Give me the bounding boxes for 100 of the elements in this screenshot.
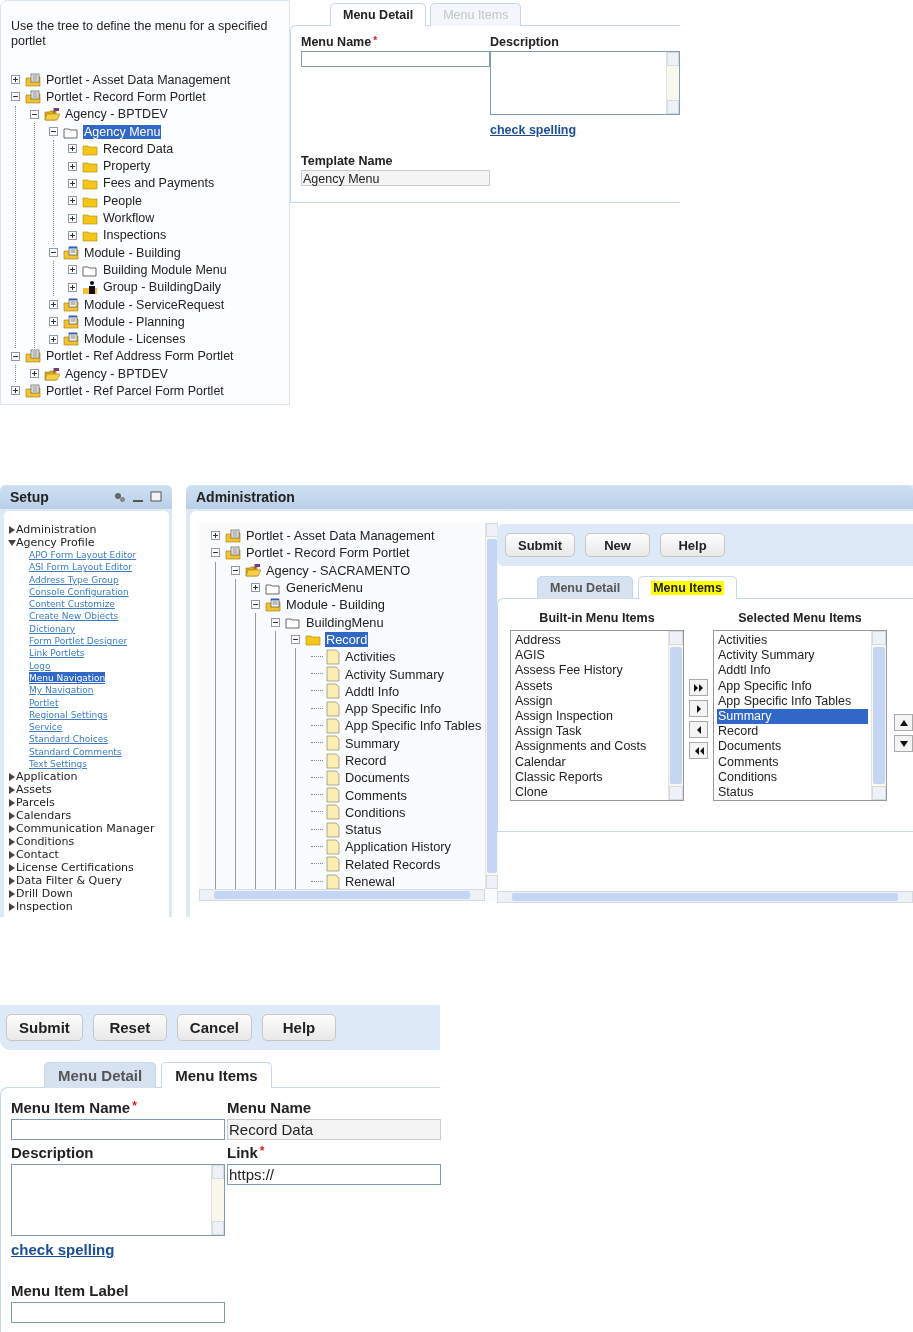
tree-node-label[interactable]: BuildingMenu: [305, 614, 385, 630]
toolbar-button[interactable]: Help: [262, 1014, 337, 1041]
setup-link[interactable]: APO Form Layout Editor: [29, 549, 137, 562]
category-item[interactable]: Parcels: [16, 796, 55, 810]
plus-box-icon[interactable]: [11, 75, 20, 85]
minus-box-icon[interactable]: [271, 617, 280, 627]
setup-link[interactable]: Link Portlets: [29, 647, 85, 660]
setup-link[interactable]: My Navigation: [29, 684, 94, 697]
tree-node-label[interactable]: Module - Building: [285, 597, 386, 613]
setup-link[interactable]: Portlet: [29, 696, 59, 709]
setup-link[interactable]: ASI Form Layout Editor: [29, 561, 132, 574]
add-all-button[interactable]: [689, 679, 708, 696]
tree-node-label[interactable]: Module - ServiceRequest: [83, 297, 226, 312]
setup-link[interactable]: Logo: [29, 659, 51, 672]
tree-node-label[interactable]: Portlet - Record Form Portlet: [45, 89, 207, 104]
tree-node-label[interactable]: GenericMenu: [285, 580, 364, 596]
minus-box-icon[interactable]: [291, 634, 300, 644]
category-item[interactable]: Agency Profile: [16, 536, 95, 549]
vertical-scrollbar[interactable]: [211, 1165, 224, 1235]
list-item[interactable]: AGIS: [514, 648, 665, 664]
menu-items-listbox[interactable]: Activities Activity Summary Addtl Info App Specific Info App Specific Info Tables Summary Record Documents Comments Conditions Status: [713, 630, 887, 801]
menu-name-field[interactable]: Record Data: [227, 1119, 441, 1140]
setup-link[interactable]: Console Configuration: [29, 585, 129, 599]
setup-link[interactable]: Text Settings: [29, 758, 87, 771]
category-item[interactable]: Administration: [16, 523, 97, 536]
toolbar-button[interactable]: Help: [660, 533, 726, 557]
tab[interactable]: Menu Items: [161, 1062, 272, 1088]
tree-node-label[interactable]: Record Data: [102, 141, 175, 156]
tree-node-label[interactable]: App Specific Info Tables: [344, 718, 483, 734]
list-item[interactable]: Summary: [717, 708, 868, 725]
horizontal-scrollbar[interactable]: [199, 889, 485, 901]
add-button[interactable]: [689, 700, 708, 717]
tree-node-label[interactable]: Portlet - Record Form Portlet: [245, 545, 411, 561]
category-item[interactable]: Inspection: [16, 900, 73, 914]
triangle-right-icon[interactable]: [8, 772, 16, 781]
tree-node-label[interactable]: People: [102, 193, 143, 208]
setup-link[interactable]: Address Type Group: [29, 573, 119, 586]
description-field[interactable]: [490, 51, 680, 115]
category-item[interactable]: Communication Manager: [16, 822, 155, 836]
triangle-right-icon[interactable]: [8, 525, 16, 534]
setup-link[interactable]: Standard Comments: [29, 745, 122, 759]
minus-box-icon[interactable]: [231, 565, 240, 575]
description-field[interactable]: [11, 1164, 225, 1236]
plus-box-icon[interactable]: [49, 317, 58, 327]
tree-node-label[interactable]: Group - BuildingDaily: [102, 280, 223, 295]
tree-node-label[interactable]: Module - Building: [83, 245, 182, 260]
vertical-scrollbar[interactable]: [668, 631, 683, 800]
remove-all-button[interactable]: [689, 742, 708, 759]
category-item[interactable]: Data Filter & Query: [16, 874, 122, 888]
triangle-right-icon[interactable]: [8, 824, 16, 833]
check-spelling-link[interactable]: check spelling: [490, 123, 577, 137]
minus-box-icon[interactable]: [251, 600, 260, 610]
tree-node-label[interactable]: Documents: [344, 770, 411, 786]
vertical-scrollbar[interactable]: [666, 52, 679, 114]
toolbar-button[interactable]: Cancel: [176, 1014, 253, 1041]
setup-link[interactable]: Regional Settings: [29, 708, 108, 722]
gears-icon[interactable]: [114, 491, 126, 503]
minus-box-icon[interactable]: [49, 248, 58, 258]
list-item[interactable]: Clone: [514, 784, 665, 800]
list-item[interactable]: Address: [514, 633, 665, 649]
list-item[interactable]: Classic Reports: [514, 769, 665, 785]
plus-box-icon[interactable]: [68, 282, 77, 292]
tree-node-label[interactable]: Module - Planning: [83, 314, 186, 329]
setup-link[interactable]: Menu Navigation: [29, 671, 106, 685]
tree-node-label[interactable]: Fees and Payments: [102, 176, 216, 191]
tree-node-label[interactable]: Record: [344, 753, 388, 768]
tab[interactable]: Menu Detail: [330, 3, 427, 26]
toolbar-button[interactable]: Submit: [6, 1014, 83, 1041]
list-item[interactable]: Documents: [717, 739, 868, 755]
tree-node-label[interactable]: Agency - BPTDEV: [64, 107, 169, 122]
move-down-button[interactable]: [894, 735, 913, 752]
setup-link[interactable]: Dictionary: [29, 622, 76, 636]
tree-node-label[interactable]: Portlet - Asset Data Management: [245, 528, 436, 544]
menu-item-label-field[interactable]: [11, 1302, 225, 1323]
tree-node-label[interactable]: Conditions: [344, 804, 407, 820]
list-item[interactable]: Comments: [717, 754, 868, 770]
minus-box-icon[interactable]: [211, 548, 220, 558]
tree-node-label[interactable]: Portlet - Ref Address Form Portlet: [45, 349, 235, 364]
setup-link[interactable]: Content Customize: [29, 598, 115, 611]
tree-node-label[interactable]: Record: [325, 631, 369, 647]
plus-box-icon[interactable]: [68, 144, 77, 154]
setup-link[interactable]: Create New Objects: [29, 610, 119, 623]
list-item[interactable]: Calendar: [514, 754, 665, 770]
tree-node-label[interactable]: Portlet - Asset Data Management: [45, 72, 232, 87]
triangle-right-icon[interactable]: [8, 785, 16, 794]
minus-box-icon[interactable]: [11, 351, 20, 361]
list-item[interactable]: Assign: [514, 693, 665, 709]
tab[interactable]: Menu Detail: [537, 576, 634, 599]
vertical-scrollbar[interactable]: [871, 631, 886, 800]
tree-node-label[interactable]: Agency - BPTDEV: [64, 366, 169, 381]
plus-box-icon[interactable]: [30, 369, 39, 379]
triangle-right-icon[interactable]: [8, 863, 16, 872]
list-item[interactable]: App Specific Info Tables: [717, 693, 868, 709]
triangle-right-icon[interactable]: [8, 876, 16, 885]
check-spelling-link[interactable]: check spelling: [11, 1241, 115, 1258]
plus-box-icon[interactable]: [211, 531, 220, 541]
list-item[interactable]: Assess Fee History: [514, 663, 665, 679]
template-name-field[interactable]: Agency Menu: [301, 170, 490, 186]
plus-box-icon[interactable]: [49, 300, 58, 309]
plus-box-icon[interactable]: [68, 161, 77, 171]
